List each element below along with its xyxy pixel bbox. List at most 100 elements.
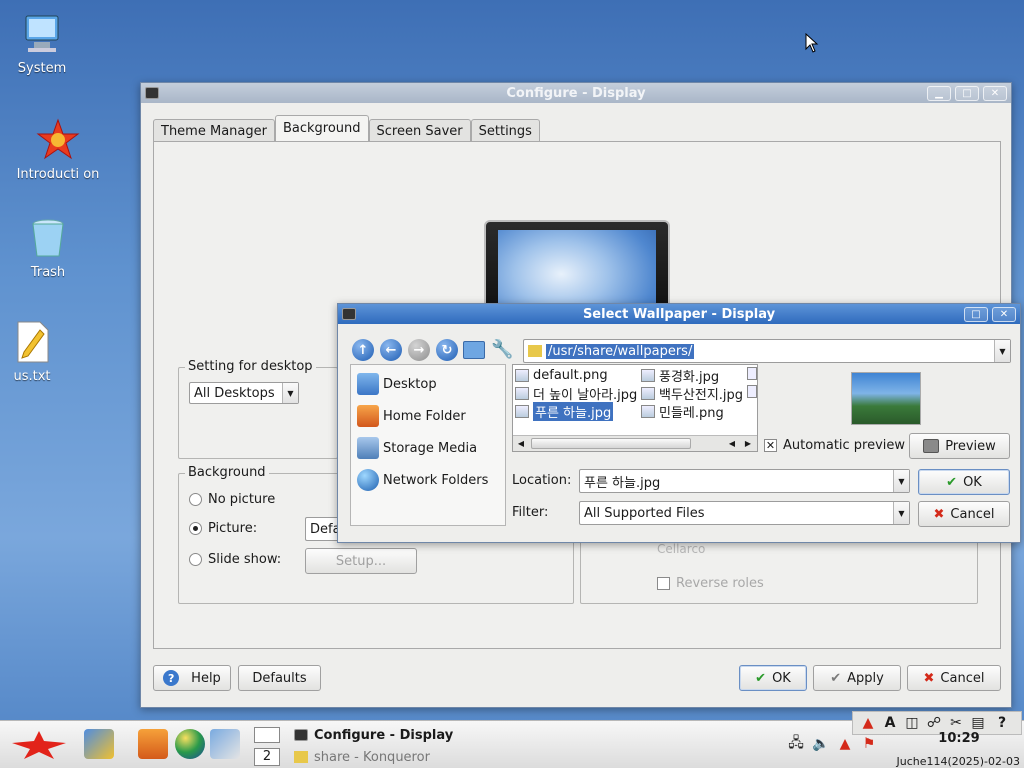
place-network-folders[interactable]: Network Folders xyxy=(357,469,488,491)
slide-show-radio[interactable]: Slide show: xyxy=(189,552,281,567)
image-file-icon xyxy=(641,369,655,382)
wrench-icon[interactable]: 🔧 xyxy=(491,339,513,361)
forward-arrow-icon[interactable]: → xyxy=(408,339,430,361)
flag-icon[interactable]: ⚑ xyxy=(860,735,878,753)
mouse-cursor-icon xyxy=(805,33,819,53)
wallpaper-thumbnail xyxy=(851,372,921,425)
chevron-down-icon[interactable]: ▼ xyxy=(893,470,909,492)
image-file-icon xyxy=(641,387,655,400)
group-title: Background xyxy=(185,465,269,480)
scroll-left-icon[interactable]: ◀ xyxy=(514,437,528,450)
place-storage-media[interactable]: Storage Media xyxy=(357,437,477,459)
apply-button[interactable]: ✔ Apply xyxy=(813,665,901,691)
setup-button[interactable]: Setup... xyxy=(305,548,417,574)
file-item[interactable]: 풍경화.jpg xyxy=(641,367,719,385)
close-button[interactable]: ✕ xyxy=(992,306,1016,322)
task-label: share - Konqueror xyxy=(314,749,430,765)
reload-icon[interactable]: ↻ xyxy=(436,339,458,361)
desktop-icon-us-txt[interactable]: us.txt xyxy=(0,320,74,385)
help-icon[interactable]: ? xyxy=(993,714,1011,732)
new-folder-icon[interactable] xyxy=(463,341,485,359)
input-flame-icon[interactable]: ▲ xyxy=(836,735,854,753)
maximize-button[interactable]: □ xyxy=(955,85,979,101)
start-menu-button[interactable] xyxy=(10,729,68,759)
scroll-right-icon[interactable]: ▶ xyxy=(741,437,755,450)
place-label: Storage Media xyxy=(383,440,478,456)
path-input[interactable]: /usr/share/wallpapers/ ▼ xyxy=(523,339,1011,363)
dialog-ok-button[interactable]: ✔ OK xyxy=(918,469,1010,495)
reverse-roles-checkbox[interactable]: Reverse roles xyxy=(657,576,764,591)
tools-icon[interactable]: ✂ xyxy=(947,714,965,732)
desktop-select-value: All Desktops xyxy=(194,385,275,401)
desktop-icon-trash[interactable]: Trash xyxy=(6,216,90,281)
place-desktop[interactable]: Desktop xyxy=(357,373,437,395)
file-item[interactable]: 더 높이 날아라.jpg xyxy=(515,385,637,403)
archive-icon[interactable] xyxy=(138,729,168,759)
minimize-button[interactable]: ▁ xyxy=(927,85,951,101)
horizontal-scrollbar[interactable]: ◀ ◀ ▶ xyxy=(513,435,757,451)
file-item-selected[interactable]: 푸른 하늘.jpg xyxy=(515,402,614,421)
volume-icon[interactable]: 🔈 xyxy=(812,735,830,753)
task-configure-display[interactable]: Configure - Display xyxy=(294,725,453,745)
file-item[interactable]: 민들레.png xyxy=(641,403,724,421)
desktop-select[interactable]: All Desktops ▼ xyxy=(189,382,299,404)
checkbox-label: Automatic preview xyxy=(783,438,906,453)
cancel-button-label: Cancel xyxy=(940,670,985,686)
notes-icon[interactable]: ▤ xyxy=(969,714,987,732)
automatic-preview-checkbox[interactable]: ✕ Automatic preview xyxy=(764,438,905,453)
check-icon: ✔ xyxy=(755,670,767,686)
dialog-cancel-button[interactable]: ✖ Cancel xyxy=(918,501,1010,527)
defaults-button[interactable]: Defaults xyxy=(238,665,321,691)
desktop-icon-introduction[interactable]: Introducti on xyxy=(16,118,100,183)
location-input[interactable]: 푸른 하늘.jpg ▼ xyxy=(579,469,910,493)
path-value: /usr/share/wallpapers/ xyxy=(546,343,695,359)
fullwidth-icon[interactable]: ◫ xyxy=(903,714,921,732)
chevron-down-icon[interactable]: ▼ xyxy=(994,340,1010,362)
office-icon[interactable] xyxy=(84,729,114,759)
maximize-button[interactable]: □ xyxy=(964,306,988,322)
input-flame-icon[interactable]: ▲ xyxy=(859,714,877,732)
file-item[interactable]: 백두산전지.jpg xyxy=(641,385,743,403)
network-icon[interactable]: 🖧 xyxy=(787,735,805,753)
help-button-label: Help xyxy=(191,670,221,686)
picture-select-value: Defa xyxy=(310,521,341,537)
window-app-icon[interactable] xyxy=(145,87,159,99)
punctuation-icon[interactable]: ☍ xyxy=(925,714,943,732)
checkbox-label: Reverse roles xyxy=(676,576,764,591)
scroll-left-icon[interactable]: ◀ xyxy=(725,437,739,450)
storage-media-icon xyxy=(357,437,379,459)
back-arrow-icon[interactable]: ← xyxy=(380,339,402,361)
media-player-icon[interactable] xyxy=(210,729,240,759)
place-home-folder[interactable]: Home Folder xyxy=(357,405,466,427)
no-picture-radio[interactable]: No picture xyxy=(189,492,275,507)
preview-button[interactable]: Preview xyxy=(909,433,1010,459)
scrollbar-thumb[interactable] xyxy=(531,438,691,449)
apply-button-label: Apply xyxy=(847,670,884,686)
task-konqueror[interactable]: share - Konqueror xyxy=(294,747,430,767)
cancel-button[interactable]: ✖ Cancel xyxy=(907,665,1001,691)
help-button[interactable]: ? Help xyxy=(153,665,231,691)
window-titlebar[interactable]: Configure - Display ▁ □ ✕ xyxy=(141,83,1011,103)
up-arrow-icon[interactable]: ↑ xyxy=(352,339,374,361)
close-button[interactable]: ✕ xyxy=(983,85,1007,101)
pager-icon[interactable] xyxy=(254,727,280,743)
letter-a-icon[interactable]: A xyxy=(881,714,899,732)
browser-globe-icon[interactable] xyxy=(175,729,205,759)
clock-time[interactable]: 10:29 xyxy=(928,731,990,746)
desktop-pager[interactable]: 2 xyxy=(254,748,280,766)
file-item[interactable]: default.png xyxy=(515,367,608,384)
checkbox-box: ✕ xyxy=(764,439,777,452)
chevron-down-icon[interactable]: ▼ xyxy=(893,502,909,524)
dialog-app-icon[interactable] xyxy=(342,308,356,320)
file-name: 푸른 하늘.jpg xyxy=(533,402,614,421)
computer-icon xyxy=(20,12,64,56)
obscured-label: Cellarco xyxy=(657,542,706,556)
dialog-titlebar[interactable]: Select Wallpaper - Display □ ✕ xyxy=(338,304,1020,324)
picture-radio[interactable]: Picture: xyxy=(189,521,257,536)
tag-icon xyxy=(294,751,308,763)
filter-select[interactable]: All Supported Files ▼ xyxy=(579,501,910,525)
ok-button[interactable]: ✔ OK xyxy=(739,665,807,691)
check-icon: ✔ xyxy=(946,474,958,490)
desktop-icon-system[interactable]: System xyxy=(0,12,84,77)
radio-label: Picture: xyxy=(208,521,258,536)
